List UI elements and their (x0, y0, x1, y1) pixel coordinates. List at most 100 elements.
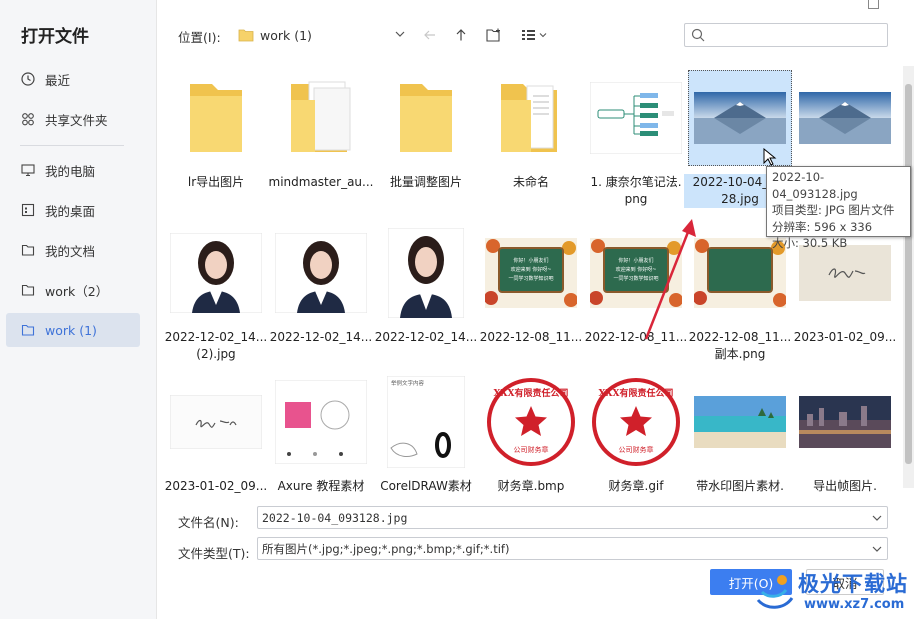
file-item[interactable]: 导出帧图片. (793, 374, 897, 514)
file-name: CorelDRAW素材 (380, 479, 472, 493)
filetype-value: 所有图片(*.jpg;*.jpeg;*.png;*.bmp;*.gif;*.ti… (262, 541, 510, 556)
sidebar-item-label: 我的文档 (45, 243, 96, 259)
new-folder-button[interactable] (482, 24, 506, 46)
file-name: Axure 教程素材 (277, 479, 365, 493)
location-label: 位置(I): (178, 30, 221, 45)
file-name: 财务章.bmp (497, 479, 565, 493)
sidebar-item-label: 最近 (45, 72, 71, 88)
file-item[interactable]: 批量调整图片 (374, 70, 478, 210)
chevron-down-icon (871, 543, 883, 558)
tooltip-size: 大小: 30.5 KB (772, 236, 848, 250)
filename-label: 文件名(N): (178, 515, 239, 530)
filetype-select[interactable]: 所有图片(*.jpg;*.jpeg;*.png;*.bmp;*.gif;*.ti… (257, 537, 888, 560)
location-value: work (1) (260, 27, 312, 43)
file-name: 2022-12-02_14... (374, 330, 478, 344)
sidebar-divider (20, 145, 124, 146)
search-icon (691, 28, 705, 42)
site-watermark: 极光下载站 www.xz7.com (754, 566, 914, 619)
sidebar: 打开文件 最近 共享文件夹 我的电脑 我的桌面 我的文档 work（2） wor… (0, 0, 157, 619)
folder-icon (190, 84, 242, 152)
filename-input[interactable]: 2022-10-04_093128.jpg (257, 506, 888, 529)
folder-icon (20, 282, 36, 298)
svg-text:欢迎来到 你好呀~: 欢迎来到 你好呀~ (511, 266, 552, 273)
svg-text:公司财务章: 公司财务章 (514, 445, 549, 454)
file-name: 2022-12-08_11... (479, 330, 583, 344)
svg-text:举例文字内容: 举例文字内容 (391, 379, 425, 387)
chalkboard-thumbnail: 你好！小朋友们 欢迎来到 你好呀~ 一同学习数学知识吧 (485, 238, 577, 308)
search-field[interactable] (684, 23, 888, 47)
monitor-icon (20, 162, 36, 178)
chevron-down-icon (394, 28, 406, 43)
file-name: lr导出图片 (187, 175, 245, 189)
sidebar-item-recent[interactable]: 最近 (6, 62, 140, 96)
folder-icon (20, 322, 36, 338)
clock-icon (20, 71, 36, 87)
share-icon (20, 111, 36, 127)
file-info-tooltip: 2022-10-04_093128.jpg 项目类型: JPG 图片文件 分辨率… (766, 166, 911, 250)
up-button[interactable] (449, 24, 473, 46)
search-input[interactable] (709, 26, 881, 44)
sidebar-item-my-computer[interactable]: 我的电脑 (6, 153, 140, 187)
seal-stamp-thumbnail: XXX有限责任公司 公司财务章 (590, 376, 682, 468)
file-item[interactable]: 未命名 (479, 70, 583, 210)
sidebar-item-work-1[interactable]: work (1) (6, 313, 140, 347)
svg-text:XXX有限责任公司: XXX有限责任公司 (599, 387, 674, 399)
file-name: 未命名 (512, 175, 549, 189)
dialog-title: 打开文件 (21, 27, 89, 47)
file-item[interactable]: Axure 教程素材 (269, 374, 373, 514)
tooltip-filename: 2022-10-04_093128.jpg (772, 170, 858, 201)
file-item[interactable]: 你好！小朋友们 欢迎来到 你好呀~ 一同学习数学知识吧 2022-12-08_1… (479, 225, 583, 365)
file-name: 批量调整图片 (389, 175, 462, 189)
document-folder-icon (20, 242, 36, 258)
portrait-photo-thumbnail (170, 233, 262, 313)
annotation-arrow (644, 219, 696, 340)
vertical-scrollbar[interactable] (903, 66, 914, 488)
file-item[interactable]: 举例文字内容 CorelDRAW素材 (374, 374, 478, 514)
sidebar-item-label: 我的电脑 (45, 163, 96, 179)
file-name: 1. 康奈尔笔记法. png (590, 175, 682, 206)
location-dropdown[interactable]: work (1) (230, 22, 410, 48)
file-name: 2022-12-02_14... (2).jpg (164, 330, 268, 361)
scrollbar-thumb[interactable] (905, 84, 912, 464)
file-item[interactable]: 2022-12-02_14... (269, 225, 373, 365)
file-item[interactable]: 1. 康奈尔笔记法. png (584, 70, 688, 210)
sidebar-item-label: work (1) (45, 322, 97, 338)
file-item[interactable]: mindmaster_au... (269, 70, 373, 210)
back-button[interactable] (418, 24, 442, 46)
portrait-photo-thumbnail (388, 228, 464, 318)
view-mode-button[interactable] (518, 24, 552, 46)
axure-material-thumbnail (275, 380, 367, 464)
chevron-down-icon[interactable] (871, 512, 883, 527)
watermark-url: www.xz7.com (804, 597, 905, 612)
file-item[interactable]: XXX有限责任公司 公司财务章 财务章.bmp (479, 374, 583, 514)
svg-text:你好！小朋友们: 你好！小朋友们 (513, 257, 548, 264)
sidebar-item-work-2[interactable]: work（2） (6, 273, 140, 307)
signature-thumbnail (170, 395, 262, 449)
sidebar-item-label: 我的桌面 (45, 203, 96, 219)
folder-icon (400, 84, 452, 152)
beach-photo-thumbnail (694, 396, 786, 448)
coreldraw-material-thumbnail: 举例文字内容 (387, 376, 465, 468)
restore-icon[interactable] (868, 0, 879, 9)
file-name: 2023-01-02_09... (793, 330, 897, 344)
sidebar-item-label: work（2） (45, 283, 109, 299)
sidebar-item-shared[interactable]: 共享文件夹 (6, 102, 140, 136)
mountain-lake-thumbnail (799, 92, 891, 144)
svg-text:XXX有限责任公司: XXX有限责任公司 (494, 387, 569, 399)
portrait-photo-thumbnail (275, 233, 367, 313)
file-item[interactable]: 2023-01-02_09... (164, 374, 268, 514)
file-item[interactable]: 带水印图片素材. (688, 374, 792, 514)
sidebar-item-label: 共享文件夹 (45, 112, 108, 128)
filetype-label: 文件类型(T): (178, 546, 250, 561)
file-grid: lr导出图片 mindmaster_au... 批量调整图片 未命名 1. 康奈… (160, 68, 904, 493)
file-item[interactable]: 2022-12-02_14... (2).jpg (164, 225, 268, 365)
file-item[interactable]: XXX有限责任公司 公司财务章 财务章.gif (584, 374, 688, 514)
sidebar-item-my-documents[interactable]: 我的文档 (6, 233, 140, 267)
folder-with-documents-icon (501, 84, 557, 152)
folder-with-documents-icon (291, 81, 351, 152)
file-item[interactable]: lr导出图片 (164, 70, 268, 210)
desktop-icon (20, 202, 36, 218)
file-name: 带水印图片素材. (696, 479, 784, 493)
sidebar-item-my-desktop[interactable]: 我的桌面 (6, 193, 140, 227)
file-item[interactable]: 2022-12-02_14... (374, 225, 478, 365)
